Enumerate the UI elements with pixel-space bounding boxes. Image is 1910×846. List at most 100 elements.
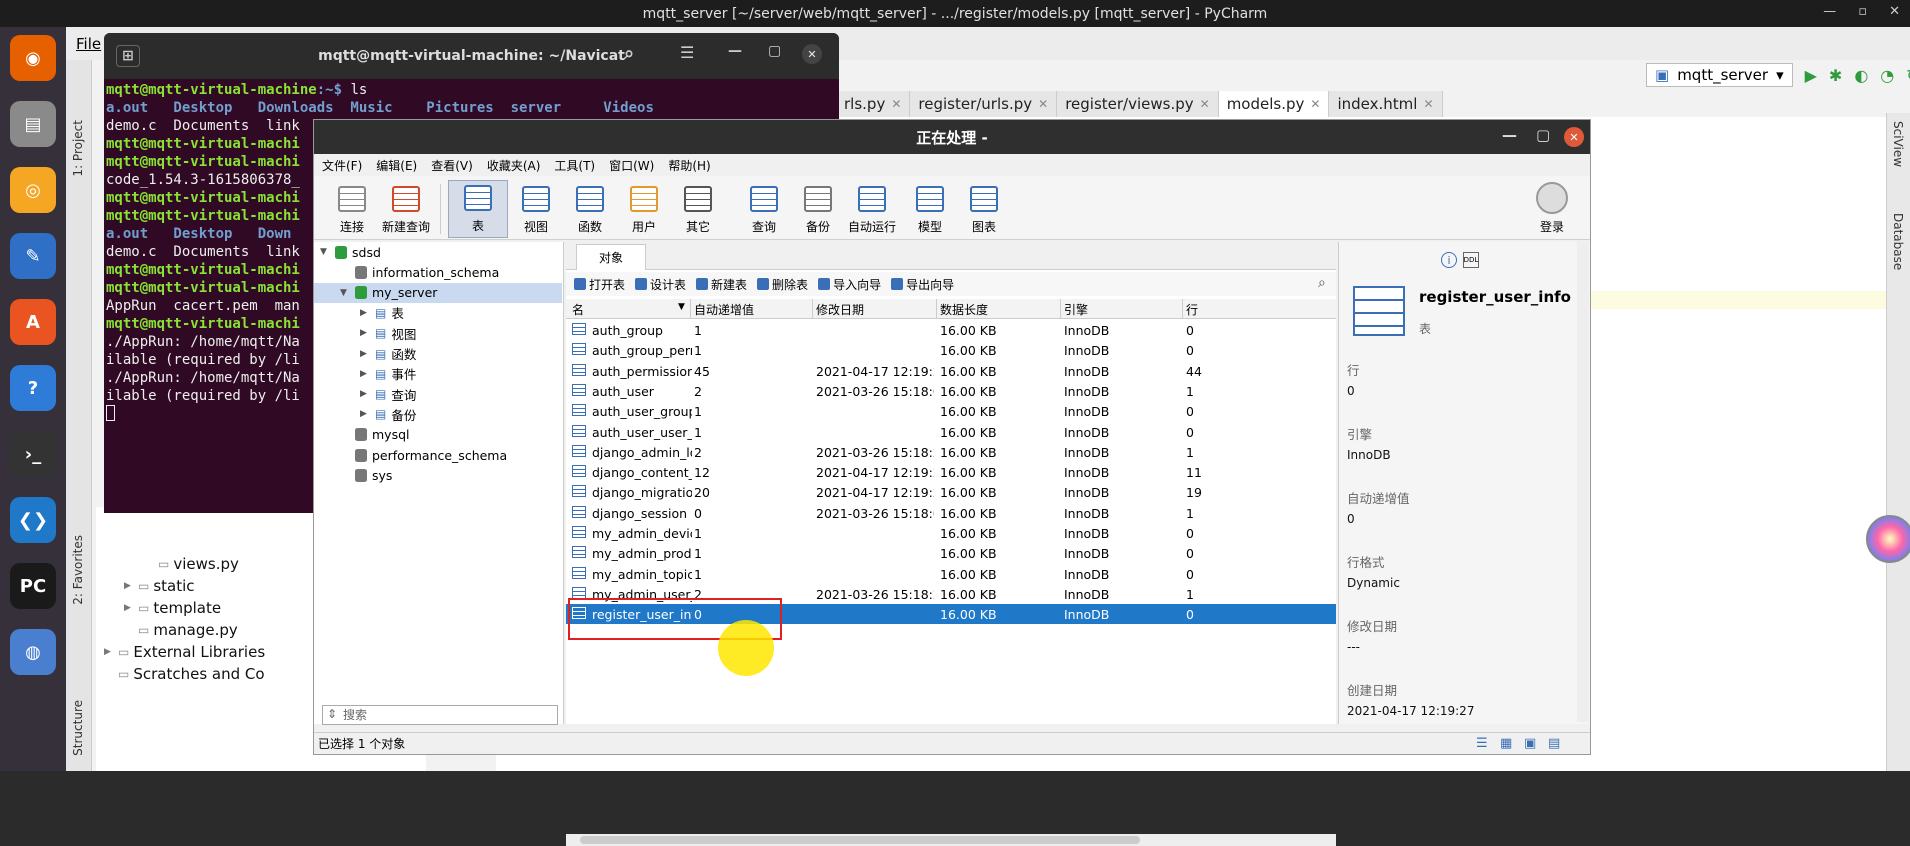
- function-button[interactable]: 函数: [560, 180, 620, 238]
- run-config-select[interactable]: ▣ mqtt_server ▾: [1646, 63, 1793, 87]
- connection-tree-item[interactable]: mysql: [314, 425, 562, 445]
- maximize-icon[interactable]: ▢: [1536, 126, 1550, 144]
- object-tool-button[interactable]: 删除表: [757, 276, 808, 293]
- view-button[interactable]: 视图: [506, 180, 566, 238]
- editor-tab[interactable]: register/urls.py ✕: [910, 91, 1058, 117]
- table-row[interactable]: auth_group 1 16.00 KB InnoDB 0: [566, 320, 1336, 340]
- object-tool-button[interactable]: 导入向导: [818, 276, 881, 293]
- close-icon[interactable]: ✕: [1310, 97, 1320, 111]
- close-icon[interactable]: ✕: [1038, 97, 1048, 111]
- object-tool-button[interactable]: 设计表: [635, 276, 686, 293]
- rerun-icon[interactable]: ↻: [1906, 66, 1910, 85]
- column-header[interactable]: 修改日期: [816, 301, 864, 318]
- editor-tab[interactable]: rls.py ✕: [836, 91, 911, 117]
- table-row[interactable]: auth_permission45 2021-04-17 12:19:28 16.0…: [566, 361, 1336, 381]
- navicat-menu-item[interactable]: 编辑(E): [376, 157, 417, 174]
- floating-assistant-icon[interactable]: [1866, 515, 1910, 563]
- maximize-icon[interactable]: ▢: [768, 43, 781, 59]
- close-icon[interactable]: ✕: [802, 44, 822, 64]
- tab-database[interactable]: Database: [1891, 213, 1905, 270]
- object-tool-button[interactable]: 打开表: [574, 276, 625, 293]
- table-row[interactable]: auth_group_permi…1 16.00 KB InnoDB 0: [566, 340, 1336, 360]
- connection-tree-item[interactable]: ▶ ▤ 查询: [314, 384, 562, 404]
- object-tool-button[interactable]: 新建表: [696, 276, 747, 293]
- column-header[interactable]: 数据长度: [940, 301, 988, 318]
- table-row[interactable]: django_content_type12 2021-04-17 12:19:28…: [566, 462, 1336, 482]
- run-icon[interactable]: ▶: [1805, 66, 1817, 85]
- coverage-icon[interactable]: ◐: [1854, 66, 1868, 85]
- search-icon[interactable]: ⌕: [1318, 275, 1326, 291]
- menu-file[interactable]: File: [70, 35, 107, 53]
- connection-tree-item[interactable]: ▶ ▤ 备份: [314, 404, 562, 424]
- backup-button[interactable]: 备份: [788, 180, 848, 238]
- tab-favorites[interactable]: 2: Favorites: [71, 535, 85, 605]
- detail-view-icon[interactable]: ▣: [1524, 736, 1536, 751]
- navicat-menu-item[interactable]: 工具(T): [554, 157, 595, 174]
- profile-icon[interactable]: ◔: [1880, 66, 1894, 85]
- table-row[interactable]: auth_user_user_pe…1 16.00 KB InnoDB 0: [566, 422, 1336, 442]
- firefox-icon[interactable]: ◉: [10, 35, 56, 81]
- editor-tab[interactable]: models.py ✕: [1218, 91, 1330, 117]
- column-header[interactable]: 自动递增值: [694, 301, 754, 318]
- pycharm-icon[interactable]: PC: [10, 563, 56, 609]
- info-icon[interactable]: i: [1441, 252, 1457, 268]
- close-icon[interactable]: ✕: [1564, 127, 1584, 147]
- maximize-icon[interactable]: ▫: [1858, 4, 1867, 19]
- project-tree-item[interactable]: ▶ ▭ External Libraries: [104, 643, 265, 661]
- search-icon[interactable]: ⌕: [624, 43, 634, 64]
- navicat-menu-item[interactable]: 窗口(W): [609, 157, 654, 174]
- automation-button[interactable]: 自动运行: [842, 180, 902, 238]
- table-row[interactable]: my_admin_produc…1 16.00 KB InnoDB 0: [566, 543, 1336, 563]
- rhythmbox-icon[interactable]: ◎: [10, 167, 56, 213]
- close-icon[interactable]: ✕: [1423, 97, 1433, 111]
- table-button[interactable]: 表: [448, 180, 508, 238]
- chart-button[interactable]: 图表: [954, 180, 1014, 238]
- connection-tree-item[interactable]: information_schema: [314, 262, 562, 282]
- files-icon[interactable]: ▤: [10, 101, 56, 147]
- help-icon[interactable]: ?: [10, 365, 56, 411]
- tab-sciview[interactable]: SciView: [1891, 121, 1905, 167]
- hamburger-menu-icon[interactable]: ☰: [680, 43, 694, 62]
- terminal-icon[interactable]: ›_: [10, 431, 56, 477]
- list-view-icon[interactable]: ☰: [1476, 736, 1488, 751]
- new-tab-icon[interactable]: ⊞: [116, 45, 140, 67]
- minimize-icon[interactable]: —: [1823, 4, 1836, 19]
- minimize-icon[interactable]: —: [728, 43, 742, 59]
- navicat-icon[interactable]: ◍: [10, 629, 56, 675]
- close-icon[interactable]: ✕: [1889, 4, 1900, 19]
- column-header[interactable]: 名: [572, 301, 584, 318]
- tab-objects[interactable]: 对象: [576, 244, 646, 270]
- connection-tree-item[interactable]: ▶ ▤ 表: [314, 303, 562, 323]
- table-row[interactable]: auth_user_groups 1 16.00 KB InnoDB 0: [566, 401, 1336, 421]
- scrollbar-thumb[interactable]: [580, 836, 1140, 844]
- project-tree-item[interactable]: ▭ Scratches and Co: [104, 665, 265, 683]
- project-tree-item[interactable]: ▶ ▭ static: [124, 577, 195, 595]
- debug-icon[interactable]: ✱: [1829, 66, 1842, 85]
- connection-tree-item[interactable]: ▶ ▤ 事件: [314, 364, 562, 384]
- connection-tree-item[interactable]: ▶ ▤ 函数: [314, 344, 562, 364]
- vscode-icon[interactable]: ❮❯: [10, 497, 56, 543]
- connection-tree-item[interactable]: sys: [314, 465, 562, 485]
- login-button[interactable]: 登录: [1519, 180, 1585, 238]
- column-header[interactable]: 行: [1186, 301, 1198, 318]
- table-row[interactable]: django_migrations20 2021-04-17 12:19:28 16…: [566, 482, 1336, 502]
- project-tree-item[interactable]: ▭ views.py: [144, 555, 239, 573]
- object-tool-button[interactable]: 导出向导: [891, 276, 954, 293]
- connection-tree-item[interactable]: ▼ sdsd: [314, 242, 562, 262]
- navicat-menu-item[interactable]: 文件(F): [322, 157, 362, 174]
- connection-tree-item[interactable]: performance_schema: [314, 445, 562, 465]
- table-row[interactable]: django_session 0 2021-03-26 15:18:06 16.00 …: [566, 503, 1336, 523]
- model-button[interactable]: 模型: [900, 180, 960, 238]
- navicat-menu-item[interactable]: 查看(V): [431, 157, 473, 174]
- search-input[interactable]: ⇕ 搜索: [322, 705, 558, 725]
- project-tree-item[interactable]: ▭ manage.py: [124, 621, 238, 639]
- navicat-menu-item[interactable]: 收藏夹(A): [487, 157, 541, 174]
- er-view-icon[interactable]: ▤: [1548, 736, 1560, 751]
- tab-structure[interactable]: Structure: [71, 700, 85, 756]
- connect-button[interactable]: 连接: [322, 180, 382, 238]
- editor-tab[interactable]: register/views.py ✕: [1057, 91, 1219, 117]
- table-row[interactable]: my_admin_device_…1 16.00 KB InnoDB 0: [566, 523, 1336, 543]
- connection-tree-item[interactable]: ▼ my_server: [314, 282, 562, 303]
- query-button[interactable]: 查询: [734, 180, 794, 238]
- table-row[interactable]: auth_user 2 2021-03-26 15:18:06 16.00 KB Inn…: [566, 381, 1336, 401]
